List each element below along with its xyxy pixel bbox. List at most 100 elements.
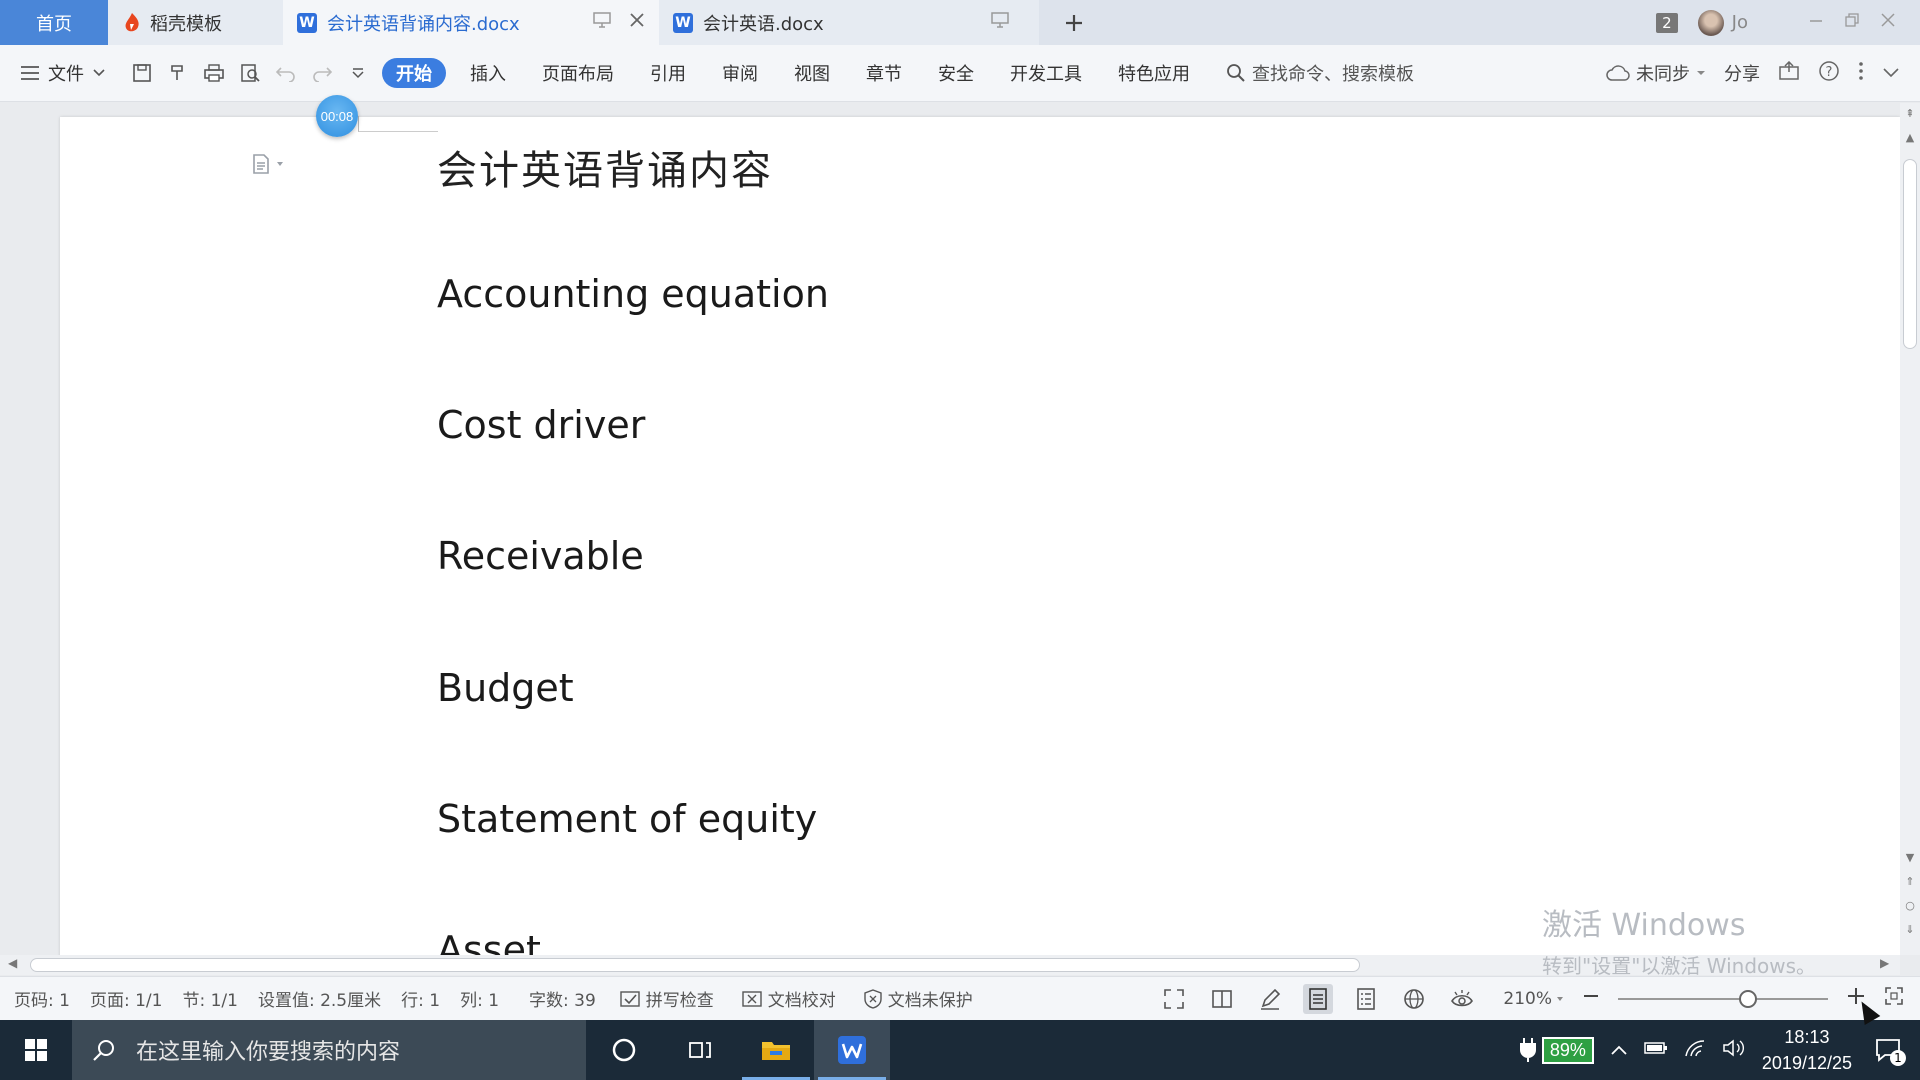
file-menu[interactable]: 文件 bbox=[0, 55, 112, 91]
scroll-top-icon[interactable]: ⇞ bbox=[1900, 107, 1920, 120]
zoom-slider[interactable] bbox=[1618, 989, 1828, 1008]
scroll-right-icon[interactable]: ▶ bbox=[1880, 956, 1889, 970]
status-setting[interactable]: 设置值: 2.5厘米 bbox=[248, 986, 391, 1011]
zoom-out-icon[interactable] bbox=[1582, 987, 1600, 1010]
windows-logo-icon bbox=[25, 1039, 47, 1061]
recording-timer[interactable]: 00:08 bbox=[316, 95, 358, 137]
horizontal-scroll-thumb[interactable] bbox=[30, 958, 1360, 972]
minimize-icon[interactable] bbox=[1808, 12, 1824, 33]
task-view-icon[interactable] bbox=[662, 1020, 738, 1080]
scroll-up-icon[interactable]: ▲ bbox=[1900, 131, 1920, 144]
user-account[interactable]: Jo bbox=[1697, 9, 1748, 36]
undo-icon[interactable] bbox=[268, 55, 304, 91]
select-browse-object-icon[interactable]: ○ bbox=[1900, 899, 1920, 912]
taskbar-search-box[interactable]: 在这里输入你要搜索的内容 bbox=[72, 1020, 586, 1080]
close-tab-icon[interactable] bbox=[629, 12, 645, 33]
wps-writer-taskbar-icon[interactable] bbox=[814, 1020, 890, 1080]
tab-page-layout[interactable]: 页面布局 bbox=[524, 58, 632, 88]
term-line[interactable]: Asset bbox=[437, 928, 541, 955]
term-line[interactable]: Cost driver bbox=[437, 403, 645, 447]
restore-icon[interactable] bbox=[1844, 12, 1860, 33]
previous-page-icon[interactable]: ⇑ bbox=[1900, 875, 1920, 888]
print-icon[interactable] bbox=[196, 55, 232, 91]
write-mode-icon[interactable] bbox=[1255, 984, 1285, 1014]
tab-home-ribbon[interactable]: 开始 bbox=[382, 58, 446, 88]
scroll-left-icon[interactable]: ◀ bbox=[8, 956, 17, 970]
battery-tray-icon[interactable] bbox=[1644, 1040, 1668, 1061]
vertical-scroll-thumb[interactable] bbox=[1903, 159, 1917, 349]
clock-time: 18:13 bbox=[1784, 1027, 1830, 1047]
file-explorer-icon[interactable] bbox=[738, 1020, 814, 1080]
zoom-slider-knob[interactable] bbox=[1739, 989, 1758, 1008]
page-view-icon[interactable] bbox=[1303, 983, 1334, 1014]
next-page-icon[interactable]: ⇓ bbox=[1900, 923, 1920, 936]
tab-view[interactable]: 视图 bbox=[776, 58, 848, 88]
status-word-count[interactable]: 字数: 39 bbox=[519, 986, 606, 1011]
wifi-icon[interactable] bbox=[1684, 1039, 1706, 1062]
doc-proof-button[interactable]: 文档校对 bbox=[728, 986, 850, 1011]
fullscreen-view-icon[interactable] bbox=[1159, 984, 1189, 1014]
vertical-scrollbar[interactable]: ⇞ ▲ ▼ ⇑ ○ ⇓ bbox=[1900, 103, 1920, 955]
share-button[interactable]: 分享 bbox=[1724, 60, 1760, 86]
term-line[interactable]: Receivable bbox=[437, 534, 644, 578]
save-icon[interactable] bbox=[124, 55, 160, 91]
tab-special-apps[interactable]: 特色应用 bbox=[1100, 58, 1208, 88]
system-tray: 89% 18:13 2019/12/25 1 bbox=[1518, 1024, 1920, 1076]
scroll-down-icon[interactable]: ▼ bbox=[1900, 851, 1920, 864]
spell-check-button[interactable]: 拼写检查 bbox=[606, 986, 728, 1011]
volume-icon[interactable] bbox=[1722, 1038, 1746, 1063]
term-line[interactable]: Statement of equity bbox=[437, 797, 817, 841]
window-count-badge[interactable]: 2 bbox=[1656, 12, 1678, 33]
document-protection-label: 文档未保护 bbox=[887, 991, 973, 1011]
print-preview-icon[interactable] bbox=[232, 55, 268, 91]
customize-toolbar-icon[interactable] bbox=[340, 55, 376, 91]
eye-protection-icon[interactable] bbox=[1447, 984, 1477, 1014]
cortana-icon[interactable] bbox=[586, 1020, 662, 1080]
document-area[interactable] bbox=[0, 103, 1920, 955]
web-view-icon[interactable] bbox=[1399, 984, 1429, 1014]
status-col[interactable]: 列: 1 bbox=[450, 986, 509, 1011]
tab-security[interactable]: 安全 bbox=[920, 58, 992, 88]
command-search[interactable]: 查找命令、搜索模板 bbox=[1226, 60, 1414, 86]
tab-review[interactable]: 审阅 bbox=[704, 58, 776, 88]
tab-insert[interactable]: 插入 bbox=[452, 58, 524, 88]
format-painter-icon[interactable] bbox=[160, 55, 196, 91]
tab-references[interactable]: 引用 bbox=[632, 58, 704, 88]
status-section[interactable]: 节: 1/1 bbox=[172, 986, 248, 1011]
term-line[interactable]: Budget bbox=[437, 666, 574, 710]
tab-home[interactable]: 首页 bbox=[0, 0, 108, 45]
document-protection-button[interactable]: 文档未保护 bbox=[850, 986, 987, 1011]
start-button[interactable] bbox=[0, 1020, 72, 1080]
collapse-ribbon-icon[interactable] bbox=[1882, 63, 1900, 84]
close-window-icon[interactable] bbox=[1880, 12, 1896, 33]
pin-window-icon[interactable] bbox=[593, 12, 611, 33]
tab-second-document[interactable]: W 会计英语.docx bbox=[659, 0, 1039, 45]
redo-icon[interactable] bbox=[304, 55, 340, 91]
export-icon[interactable] bbox=[1778, 60, 1800, 86]
document-page[interactable] bbox=[60, 117, 1900, 955]
outline-view-icon[interactable] bbox=[1351, 984, 1381, 1014]
reading-view-icon[interactable] bbox=[1207, 984, 1237, 1014]
status-row[interactable]: 行: 1 bbox=[391, 986, 450, 1011]
system-clock[interactable]: 18:13 2019/12/25 bbox=[1762, 1024, 1852, 1076]
help-icon[interactable]: ? bbox=[1818, 60, 1840, 87]
tab-chapter[interactable]: 章节 bbox=[848, 58, 920, 88]
battery-indicator[interactable]: 89% bbox=[1518, 1036, 1594, 1064]
status-page[interactable]: 页面: 1/1 bbox=[80, 986, 173, 1011]
tab-active-document[interactable]: W 会计英语背诵内容.docx bbox=[283, 0, 659, 45]
zoom-dropdown[interactable]: 210% bbox=[1503, 989, 1564, 1009]
tab-docer-templates[interactable]: 稻壳模板 bbox=[108, 0, 283, 45]
fit-window-icon[interactable] bbox=[1884, 986, 1904, 1011]
paragraph-layout-icon[interactable] bbox=[250, 150, 290, 178]
more-options-icon[interactable] bbox=[1858, 61, 1864, 86]
show-hidden-icons-icon[interactable] bbox=[1610, 1040, 1628, 1061]
cloud-sync-button[interactable]: 未同步 bbox=[1606, 60, 1706, 86]
document-title[interactable]: 会计英语背诵内容 bbox=[437, 138, 773, 196]
status-page-code[interactable]: 页码: 1 bbox=[0, 986, 80, 1011]
term-line[interactable]: Accounting equation bbox=[437, 272, 829, 316]
new-tab-button[interactable] bbox=[1039, 0, 1109, 45]
tab-developer[interactable]: 开发工具 bbox=[992, 58, 1100, 88]
writer-doc-icon: W bbox=[673, 12, 693, 33]
pin-window-icon[interactable] bbox=[991, 12, 1009, 33]
action-center-button[interactable]: 1 bbox=[1868, 1030, 1908, 1070]
